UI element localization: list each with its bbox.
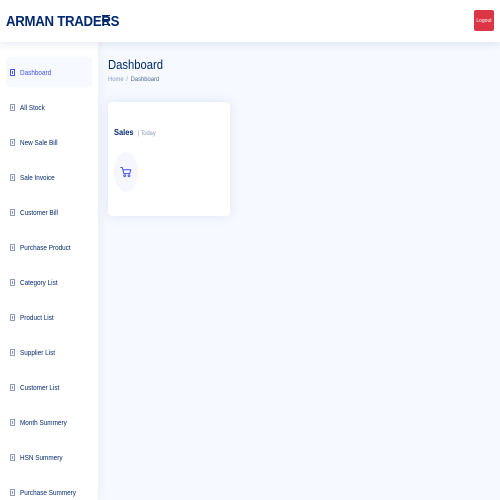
document-icon bbox=[10, 68, 15, 76]
sidebar-item-label: Supplier List bbox=[20, 347, 56, 357]
sidebar-item-supplier-list[interactable]: Supplier List bbox=[6, 337, 92, 367]
sidebar-item-label: Customer List bbox=[20, 382, 60, 392]
sidebar-item-sale-invoice[interactable]: Sale Invoice bbox=[6, 162, 92, 192]
sidebar-item-label: HSN Summery bbox=[20, 452, 63, 462]
sidebar-item-new-sale-bill[interactable]: New Sale Bill bbox=[6, 127, 92, 157]
document-icon bbox=[10, 348, 15, 356]
sidebar-item-category-list[interactable]: Category List bbox=[6, 267, 92, 297]
cart-icon bbox=[114, 152, 138, 192]
sidebar-item-customer-bill[interactable]: Customer Bill bbox=[6, 197, 92, 227]
sidebar-item-label: Customer Bill bbox=[20, 207, 58, 217]
document-icon bbox=[10, 173, 15, 181]
breadcrumb-separator: / bbox=[126, 76, 128, 83]
sidebar-item-label: Category List bbox=[20, 277, 58, 287]
document-icon bbox=[10, 418, 15, 426]
document-icon bbox=[10, 278, 15, 286]
sidebar-item-dashboard[interactable]: Dashboard bbox=[6, 57, 92, 87]
sidebar-item-label: Month Summery bbox=[20, 417, 67, 427]
sidebar-item-product-list[interactable]: Product List bbox=[6, 302, 92, 332]
sidebar-item-purchase-product[interactable]: Purchase Product bbox=[6, 232, 92, 262]
sidebar-item-customer-list[interactable]: Customer List bbox=[6, 372, 92, 402]
document-icon bbox=[10, 383, 15, 391]
document-icon bbox=[10, 453, 15, 461]
document-icon bbox=[10, 138, 15, 146]
sales-card-subtitle: | Today bbox=[137, 130, 156, 137]
sidebar-item-all-stock[interactable]: All Stock bbox=[6, 92, 92, 122]
sidebar-item-label: Product List bbox=[20, 312, 54, 322]
top-header: ARMAN TRADERS Logout bbox=[0, 0, 500, 42]
sales-card-title: Sales | Today bbox=[114, 122, 156, 140]
document-icon bbox=[10, 103, 15, 111]
sales-card-title-text: Sales bbox=[114, 127, 134, 137]
page-title-block: Dashboard Home / Dashboard bbox=[108, 58, 169, 83]
document-icon bbox=[10, 208, 15, 216]
sidebar-item-label: Dashboard bbox=[20, 67, 52, 77]
sidebar: Dashboard All Stock New Sale Bill Sale I… bbox=[0, 42, 98, 500]
sidebar-item-label: All Stock bbox=[20, 102, 45, 112]
sidebar-item-label: Purchase Product bbox=[20, 242, 71, 252]
sidebar-item-label: Purchase Summery bbox=[20, 487, 76, 497]
document-icon bbox=[10, 488, 15, 496]
sidebar-item-hsn-summery[interactable]: HSN Summery bbox=[6, 442, 92, 472]
breadcrumb-home-link[interactable]: Home bbox=[108, 76, 124, 83]
hamburger-menu-icon[interactable] bbox=[102, 15, 110, 25]
breadcrumb-current: Dashboard bbox=[130, 76, 160, 83]
sidebar-item-purchase-summery[interactable]: Purchase Summery bbox=[6, 477, 92, 500]
sidebar-item-month-summery[interactable]: Month Summery bbox=[6, 407, 92, 437]
sidebar-item-label: New Sale Bill bbox=[20, 137, 58, 147]
page-title: Dashboard bbox=[108, 58, 164, 72]
document-icon bbox=[10, 313, 15, 321]
logout-button[interactable]: Logout bbox=[474, 10, 494, 31]
breadcrumb: Home / Dashboard bbox=[108, 76, 163, 83]
sales-card: Sales | Today bbox=[108, 102, 230, 216]
sidebar-item-label: Sale Invoice bbox=[20, 172, 55, 182]
document-icon bbox=[10, 243, 15, 251]
